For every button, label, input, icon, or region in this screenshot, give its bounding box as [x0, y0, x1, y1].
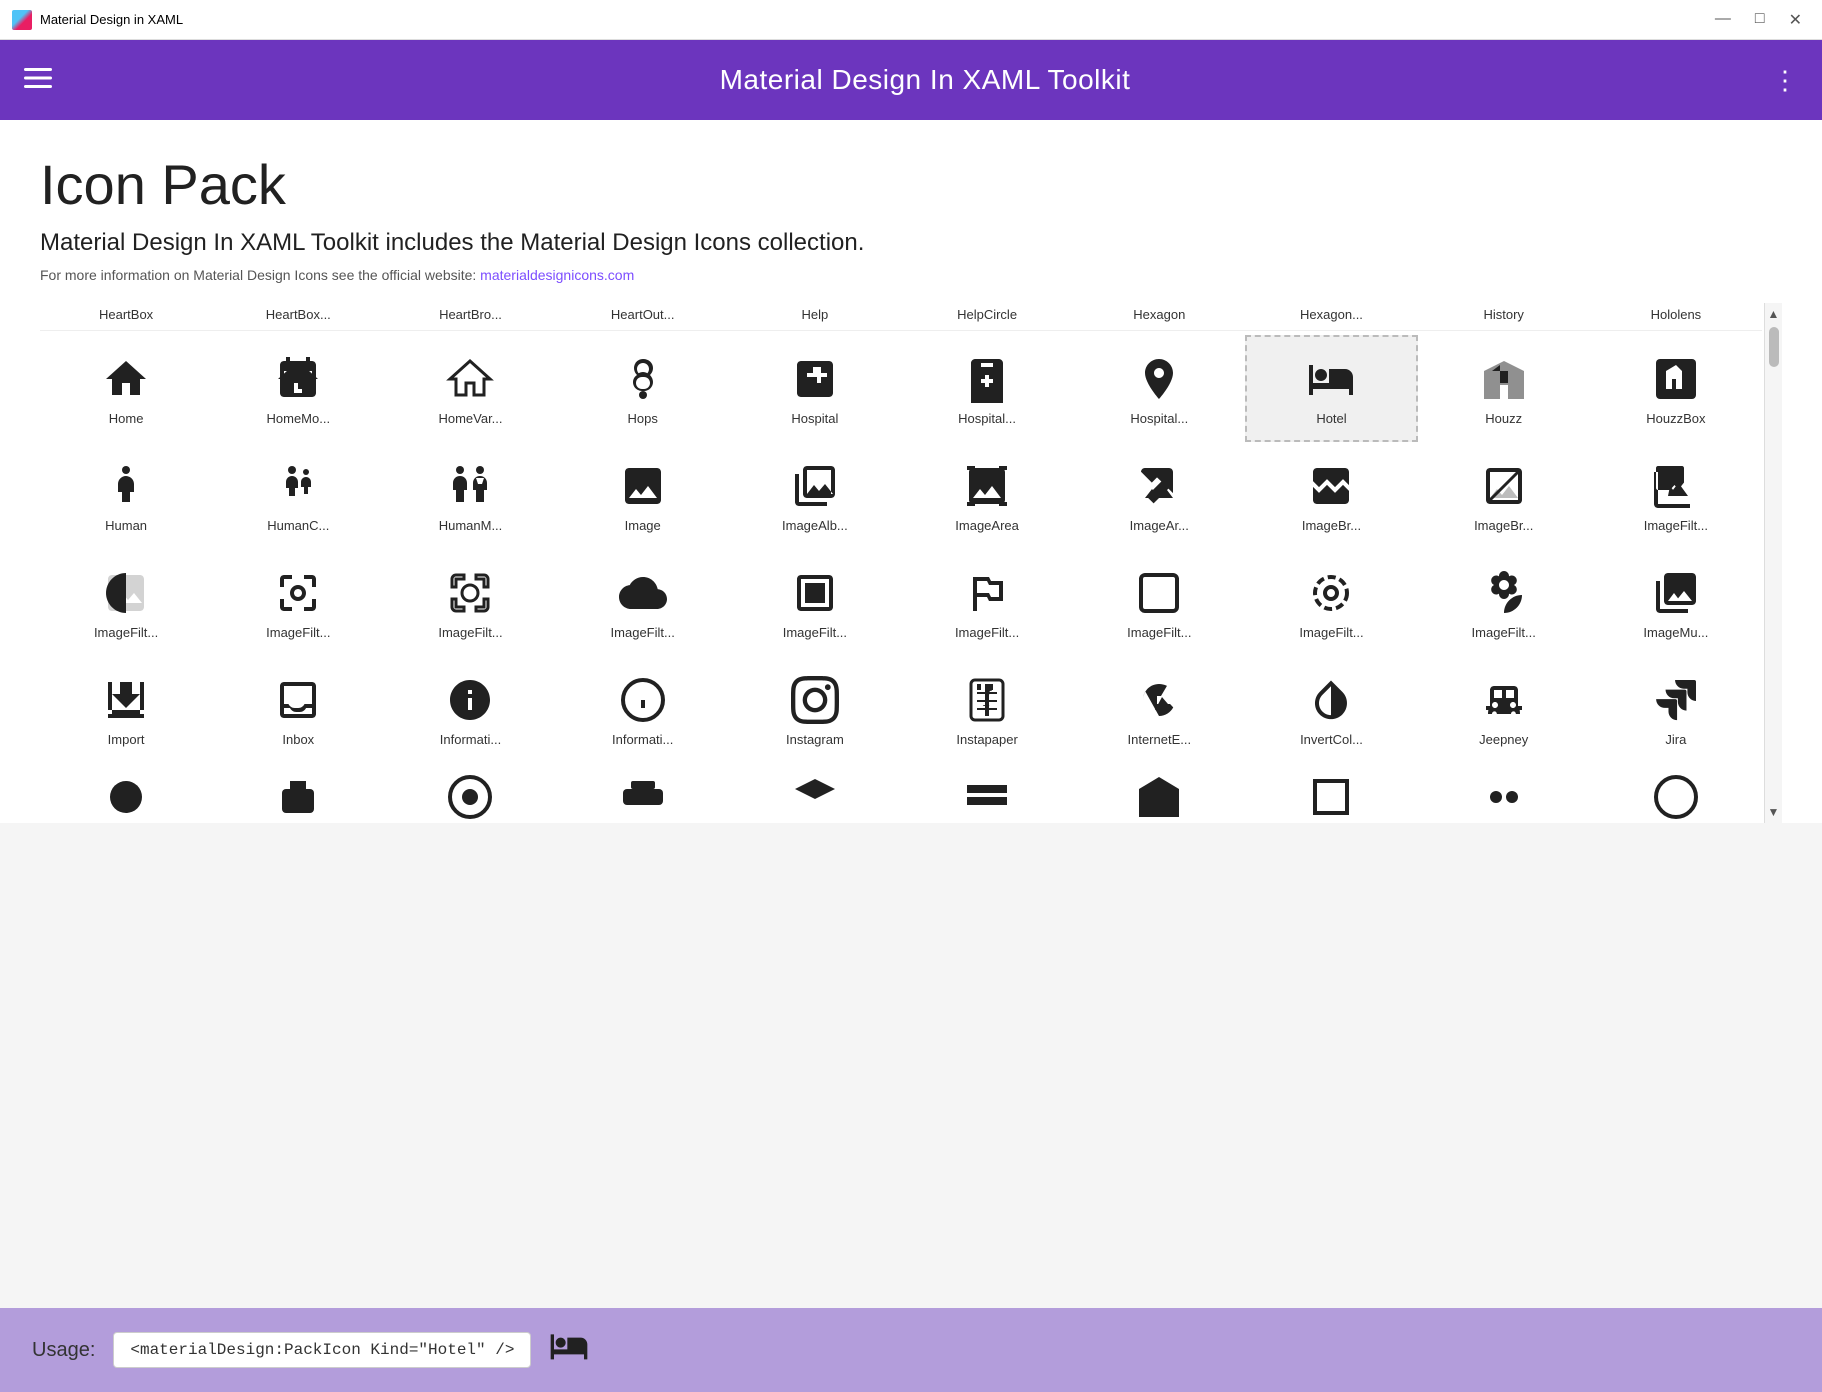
scroll-bar[interactable]: ▲ ▼ — [1764, 303, 1782, 823]
material-design-icons-link[interactable]: materialdesignicons.com — [480, 267, 634, 283]
icon-row-3: ImageFilt... ImageFilt... ImageFilt... I… — [40, 549, 1762, 656]
icon-partial-7[interactable] — [1073, 763, 1245, 823]
icon-image-broken-variant[interactable]: ImageBr... — [1418, 442, 1590, 549]
icon-image-area[interactable]: ImageArea — [901, 442, 1073, 549]
icon-imagefilt-drama[interactable]: ImageFilt... — [557, 549, 729, 656]
icon-row-partial — [40, 763, 1762, 823]
icon-image-broken[interactable]: ImageBr... — [1245, 442, 1417, 549]
icon-image-multiple[interactable]: ImageMu... — [1590, 549, 1762, 656]
col-header-0: HeartBox — [40, 303, 212, 326]
menu-button[interactable] — [24, 64, 52, 96]
minimize-button[interactable]: — — [1707, 10, 1739, 30]
usage-code[interactable]: <materialDesign:PackIcon Kind="Hotel" /> — [113, 1332, 531, 1368]
icon-hospital[interactable]: Hospital — [729, 335, 901, 442]
icon-invert-colors[interactable]: InvertCol... — [1245, 656, 1417, 763]
icon-image-filter[interactable]: ImageFilt... — [1590, 442, 1762, 549]
icon-image-album[interactable]: ImageAlb... — [729, 442, 901, 549]
col-header-6: Hexagon — [1073, 303, 1245, 326]
page-subtitle: Material Design In XAML Toolkit includes… — [40, 229, 1782, 257]
usage-label: Usage: — [32, 1339, 95, 1362]
icon-imagefilt-none[interactable]: ImageFilt... — [1073, 549, 1245, 656]
scroll-down-arrow[interactable]: ▼ — [1766, 803, 1782, 821]
more-options-button[interactable]: ⋮ — [1772, 65, 1798, 96]
icon-partial-4[interactable] — [557, 763, 729, 823]
app-bar: Material Design In XAML Toolkit ⋮ — [0, 40, 1822, 120]
icon-homevar[interactable]: HomeVar... — [384, 335, 556, 442]
svg-text:I: I — [982, 686, 992, 712]
title-bar: Material Design in XAML — □ ✕ — [0, 0, 1822, 40]
icon-row-2: Human HumanC... HumanM... Image ImageAlb… — [40, 442, 1762, 549]
page-title: Icon Pack — [40, 152, 1782, 217]
icon-imagefilt-bw[interactable]: ImageFilt... — [40, 549, 212, 656]
icon-partial-5[interactable] — [729, 763, 901, 823]
icon-partial-8[interactable] — [1245, 763, 1417, 823]
icon-human[interactable]: Human — [40, 442, 212, 549]
icon-imagefilt-centerfocus-weak[interactable]: ImageFilt... — [384, 549, 556, 656]
icon-partial-6[interactable] — [901, 763, 1073, 823]
icon-hops[interactable]: Hops — [557, 335, 729, 442]
icon-jeepney[interactable]: Jeepney — [1418, 656, 1590, 763]
icon-imagefilt-centerfocus[interactable]: ImageFilt... — [212, 549, 384, 656]
icon-partial-10[interactable] — [1590, 763, 1762, 823]
scroll-up-arrow[interactable]: ▲ — [1766, 305, 1782, 323]
icon-partial-9[interactable] — [1418, 763, 1590, 823]
icon-image[interactable]: Image — [557, 442, 729, 549]
col-header-4: Help — [729, 303, 901, 326]
icon-internet-explorer[interactable]: InternetE... — [1073, 656, 1245, 763]
icon-partial-2[interactable] — [212, 763, 384, 823]
usage-icon-preview — [549, 1326, 589, 1374]
icon-imagefilt-hdr[interactable]: ImageFilt... — [901, 549, 1073, 656]
icon-human-male-female[interactable]: HumanM... — [384, 442, 556, 549]
icon-information[interactable]: Informati... — [384, 656, 556, 763]
icon-grid-container: HeartBox HeartBox... HeartBro... HeartOu… — [40, 303, 1782, 823]
icon-jira[interactable]: Jira — [1590, 656, 1762, 763]
app-icon — [12, 10, 32, 30]
column-headers: HeartBox HeartBox... HeartBro... HeartOu… — [40, 303, 1762, 331]
icon-human-child[interactable]: HumanC... — [212, 442, 384, 549]
col-header-3: HeartOut... — [557, 303, 729, 326]
icon-inbox[interactable]: Inbox — [212, 656, 384, 763]
icon-partial-3[interactable] — [384, 763, 556, 823]
col-header-9: Hololens — [1590, 303, 1762, 326]
icon-houzz-box[interactable]: HouzzBox — [1590, 335, 1762, 442]
icon-imagefilt-frames[interactable]: ImageFilt... — [729, 549, 901, 656]
app-bar-title: Material Design In XAML Toolkit — [52, 64, 1798, 96]
icon-hotel[interactable]: Hotel — [1245, 335, 1417, 442]
icon-imagefilt-tiltshift[interactable]: ImageFilt... — [1245, 549, 1417, 656]
icon-imagefilt-vintage[interactable]: ImageFilt... — [1418, 549, 1590, 656]
icon-houzz[interactable]: Houzz — [1418, 335, 1590, 442]
icon-row-4: Import Inbox Informati... Informati... I… — [40, 656, 1762, 763]
icon-hospital-building[interactable]: Hospital... — [901, 335, 1073, 442]
icon-homemo[interactable]: HomeMo... — [212, 335, 384, 442]
icon-import[interactable]: Import — [40, 656, 212, 763]
col-header-8: History — [1418, 303, 1590, 326]
title-bar-controls[interactable]: — □ ✕ — [1707, 10, 1810, 30]
col-header-7: Hexagon... — [1245, 303, 1417, 326]
content-area: Icon Pack Material Design In XAML Toolki… — [0, 120, 1822, 823]
icon-image-area-close[interactable]: ImageAr... — [1073, 442, 1245, 549]
page-link-line: For more information on Material Design … — [40, 267, 1782, 283]
icon-home[interactable]: Home — [40, 335, 212, 442]
icon-row-1: Home HomeMo... HomeVar... Hops Hospital — [40, 335, 1762, 442]
icon-instapaper[interactable]: I Instapaper — [901, 656, 1073, 763]
icon-hospital-marker[interactable]: Hospital... — [1073, 335, 1245, 442]
usage-bar: Usage: <materialDesign:PackIcon Kind="Ho… — [0, 1308, 1822, 1392]
maximize-button[interactable]: □ — [1747, 10, 1773, 30]
icon-information-outline[interactable]: Informati... — [557, 656, 729, 763]
icon-partial-1[interactable] — [40, 763, 212, 823]
icon-instagram[interactable]: Instagram — [729, 656, 901, 763]
title-bar-title: Material Design in XAML — [40, 12, 1707, 27]
col-header-2: HeartBro... — [384, 303, 556, 326]
scroll-thumb[interactable] — [1769, 327, 1779, 367]
close-button[interactable]: ✕ — [1781, 10, 1810, 30]
col-header-1: HeartBox... — [212, 303, 384, 326]
col-header-5: HelpCircle — [901, 303, 1073, 326]
